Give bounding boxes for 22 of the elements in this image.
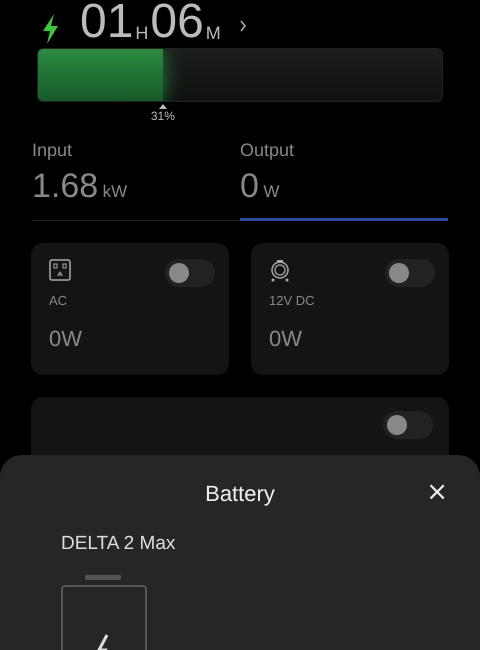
power-tab[interactable]: Input 1.68 kW [32,140,240,221]
port-icon [269,259,291,283]
output-toggle[interactable] [385,259,435,287]
device-name: DELTA 2 Max [61,533,176,555]
sheet-title: Battery [205,481,275,507]
power-tab[interactable]: Output 0 W [240,140,448,221]
minutes-unit: M [206,23,221,44]
output-power: 0W [269,326,303,352]
close-button[interactable]: × [420,477,454,507]
hours-unit: H [135,23,148,44]
battery-icon [61,575,147,650]
output-power: 0W [49,326,83,352]
output-toggle[interactable] [165,259,215,287]
output-toggle[interactable] [383,411,433,439]
outlet-icon [49,259,71,281]
output-label: AC [49,293,68,308]
charge-percent: 31% [150,109,175,123]
output-label: 12V DC [269,293,316,308]
minutes-value: 06 [150,0,204,44]
hours-value: 01 [80,0,134,44]
chevron-icon[interactable] [238,20,247,32]
pointer-icon [158,104,167,109]
